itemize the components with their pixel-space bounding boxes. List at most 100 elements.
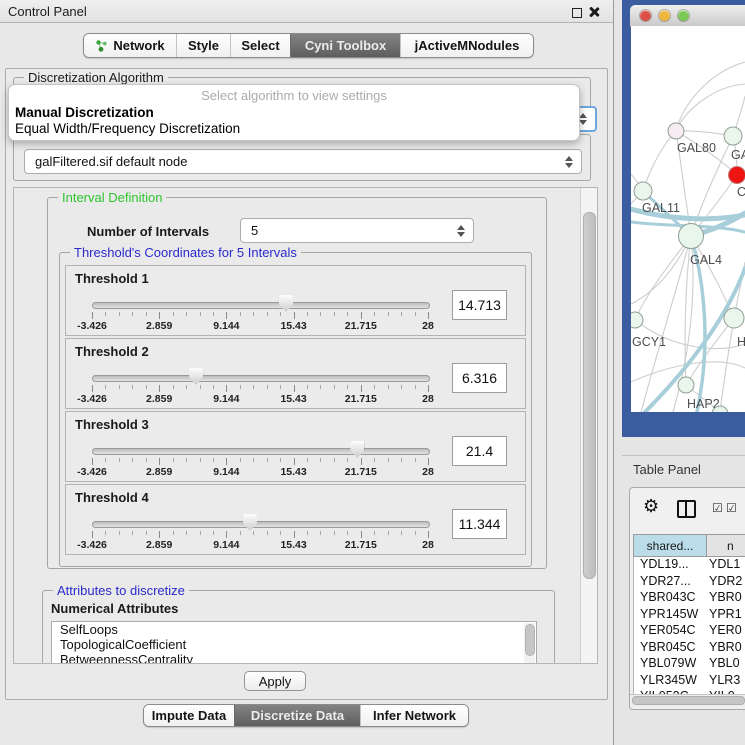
float-window-icon[interactable] bbox=[572, 8, 582, 18]
node-label: GAL11 bbox=[642, 201, 680, 215]
node-label: GAL4 bbox=[690, 253, 722, 267]
network-node-ga[interactable] bbox=[724, 127, 742, 145]
cell-name: YER0 bbox=[709, 623, 745, 640]
table-horizontal-scrollbar[interactable] bbox=[630, 694, 745, 706]
column-header-shared-name[interactable]: shared... bbox=[633, 534, 707, 557]
tick-label: 9.144 bbox=[213, 539, 239, 551]
vertical-scrollbar[interactable] bbox=[580, 188, 597, 663]
checkbox-icon[interactable]: ☑ bbox=[712, 502, 723, 514]
tick-mark bbox=[200, 458, 201, 462]
mac-close-button[interactable] bbox=[640, 10, 651, 21]
column-header-name[interactable]: n bbox=[707, 534, 745, 557]
tick-mark bbox=[200, 312, 201, 316]
slider-track[interactable] bbox=[92, 521, 430, 528]
tick-mark bbox=[213, 458, 214, 462]
table-row[interactable]: YER054CYER0 bbox=[634, 623, 745, 640]
slider-track[interactable] bbox=[92, 302, 430, 309]
network-node-gal4[interactable] bbox=[679, 224, 704, 249]
algorithm-option[interactable]: Equal Width/Frequency Discretization bbox=[9, 121, 579, 137]
tab-cyni-toolbox[interactable]: Cyni Toolbox bbox=[290, 34, 400, 57]
tab-select[interactable]: Select bbox=[230, 34, 290, 57]
network-edge[interactable] bbox=[686, 318, 734, 385]
tick-mark bbox=[415, 458, 416, 462]
network-edge[interactable] bbox=[720, 318, 734, 412]
network-edge[interactable] bbox=[643, 131, 676, 191]
tick-mark bbox=[226, 531, 227, 538]
tab-impute-data[interactable]: Impute Data bbox=[144, 705, 234, 726]
apply-button[interactable]: Apply bbox=[244, 671, 306, 691]
table-data-combobox[interactable]: galFiltered.sif default node bbox=[24, 149, 582, 174]
table-data-value: galFiltered.sif default node bbox=[35, 154, 187, 169]
node-label: C bbox=[737, 185, 745, 199]
tick-mark bbox=[92, 531, 93, 538]
attribute-list-item[interactable]: BetweennessCentrality bbox=[52, 652, 536, 664]
table-row[interactable]: YBR043CYBR0 bbox=[634, 590, 745, 607]
control-panel-window: Control Panel NetworkStyleSelectCyni Too… bbox=[0, 0, 614, 745]
slider-thumb-icon[interactable] bbox=[243, 514, 257, 531]
table-row[interactable]: YPR145WYPR1 bbox=[634, 607, 745, 624]
tick-mark bbox=[92, 312, 93, 319]
tick-mark bbox=[213, 385, 214, 389]
tab-infer-network[interactable]: Infer Network bbox=[360, 705, 468, 726]
table-row[interactable]: YDR27...YDR2 bbox=[634, 574, 745, 591]
tick-mark bbox=[388, 385, 389, 389]
mac-zoom-button[interactable] bbox=[678, 10, 689, 21]
split-columns-icon[interactable] bbox=[677, 500, 696, 518]
close-icon[interactable] bbox=[589, 7, 599, 17]
network-node-gal11[interactable] bbox=[634, 182, 652, 200]
numerical-attributes-list[interactable]: SelfLoopsTopologicalCoefficientBetweenne… bbox=[51, 621, 537, 664]
mac-minimize-button[interactable] bbox=[659, 10, 670, 21]
network-node-gcy1[interactable] bbox=[631, 312, 643, 328]
tick-mark bbox=[240, 385, 241, 389]
tick-label: 28 bbox=[422, 320, 434, 332]
number-of-intervals-combobox[interactable]: 5 bbox=[240, 218, 474, 243]
threshold-value-field[interactable]: 11.344 bbox=[452, 509, 507, 539]
tick-mark bbox=[294, 458, 295, 465]
table-row[interactable]: YBL079WYBL0 bbox=[634, 656, 745, 673]
network-node-gal80[interactable] bbox=[668, 123, 684, 139]
network-edge[interactable] bbox=[676, 62, 745, 131]
attribute-list-item[interactable]: TopologicalCoefficient bbox=[52, 637, 536, 652]
slider-thumb-icon[interactable] bbox=[350, 441, 364, 458]
algorithm-placeholder-option[interactable]: Select algorithm to view settings bbox=[9, 88, 579, 105]
algorithm-option[interactable]: Manual Discretization bbox=[9, 105, 579, 121]
tick-label: 2.859 bbox=[146, 539, 172, 551]
network-edge[interactable] bbox=[635, 236, 691, 320]
attribute-list-item[interactable]: SelfLoops bbox=[52, 622, 536, 637]
tick-mark bbox=[173, 531, 174, 535]
threshold-value-field[interactable]: 6.316 bbox=[452, 363, 507, 393]
network-node-hap2[interactable] bbox=[678, 377, 694, 393]
network-node-c[interactable] bbox=[729, 167, 745, 184]
tick-mark bbox=[347, 531, 348, 535]
tick-mark bbox=[105, 531, 106, 535]
slider-tick-labels: -3.4262.8599.14415.4321.71528 bbox=[92, 320, 428, 332]
network-node-h[interactable] bbox=[724, 308, 744, 328]
threshold-value-field[interactable]: 14.713 bbox=[452, 290, 507, 320]
slider-track[interactable] bbox=[92, 375, 430, 382]
tab-label: Style bbox=[188, 38, 219, 53]
table-row[interactable]: YBR045CYBR0 bbox=[634, 640, 745, 657]
table-row[interactable]: YDL19...YDL1 bbox=[634, 557, 745, 574]
slider-ticks bbox=[92, 458, 428, 466]
tick-mark bbox=[307, 312, 308, 316]
tick-mark bbox=[361, 385, 362, 392]
table-row[interactable]: YLR345WYLR3 bbox=[634, 673, 745, 690]
tab-network[interactable]: Network bbox=[84, 34, 176, 57]
checkbox-icon[interactable]: ☑ bbox=[726, 502, 737, 514]
tick-mark bbox=[132, 458, 133, 462]
tab-jactivemnodules[interactable]: jActiveMNodules bbox=[400, 34, 533, 57]
tick-mark bbox=[280, 531, 281, 535]
attributes-scrollbar[interactable] bbox=[524, 623, 535, 664]
tick-mark bbox=[307, 385, 308, 389]
table-panel: ⚙ ☑ ☑ shared... n YDL19...YDL1YDR27...YD… bbox=[629, 487, 745, 710]
threshold-value-field[interactable]: 21.4 bbox=[452, 436, 507, 466]
tab-discretize-data[interactable]: Discretize Data bbox=[234, 705, 360, 726]
slider-thumb-icon[interactable] bbox=[279, 295, 293, 312]
tab-style[interactable]: Style bbox=[176, 34, 230, 57]
tick-mark bbox=[294, 531, 295, 538]
tick-label: 21.715 bbox=[345, 393, 377, 405]
network-canvas[interactable]: GAL80GACGAL11GAL4GCY1HHAP2 bbox=[631, 26, 745, 412]
gear-icon[interactable]: ⚙ bbox=[643, 496, 659, 517]
slider-track[interactable] bbox=[92, 448, 430, 455]
slider-thumb-icon[interactable] bbox=[189, 368, 203, 385]
